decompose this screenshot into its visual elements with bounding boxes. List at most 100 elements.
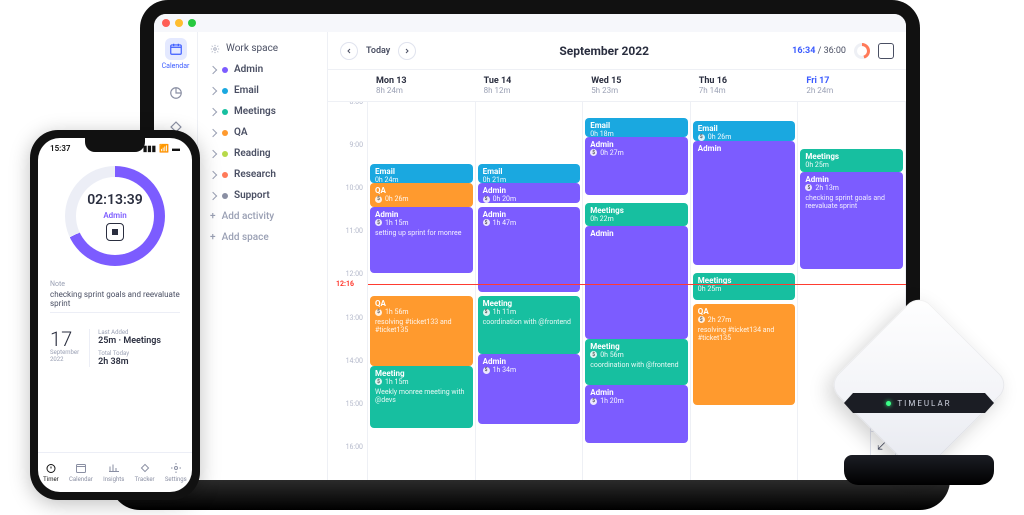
calendar-event[interactable]: Admin 0h 20m bbox=[478, 183, 581, 202]
calendar-event[interactable]: QA 2h 27m resolving #ticket134 and #tick… bbox=[693, 304, 796, 405]
activity-color-dot bbox=[222, 151, 228, 157]
activity-label: Research bbox=[234, 169, 276, 180]
calendar-event[interactable]: Meeting 1h 11m coordination with @fronte… bbox=[478, 296, 581, 354]
calendar-event[interactable]: Admin 1h 34m bbox=[478, 354, 581, 424]
tab-settings[interactable]: Settings bbox=[165, 462, 187, 483]
event-title: Admin bbox=[805, 175, 898, 184]
billable-icon bbox=[805, 184, 812, 191]
activity-color-dot bbox=[222, 172, 228, 178]
tracker-device: TIMEULAR bbox=[834, 315, 1004, 485]
window-titlebar bbox=[154, 14, 906, 32]
rail-item-reports[interactable] bbox=[165, 82, 187, 104]
tracker-brand-strip: TIMEULAR bbox=[844, 393, 994, 413]
billable-icon bbox=[590, 351, 597, 358]
event-title: QA bbox=[375, 186, 468, 195]
event-duration: 0h 56m bbox=[590, 351, 683, 359]
tab-tracker[interactable]: Tracker bbox=[135, 462, 155, 483]
calendar-event[interactable]: Meetings 0h 25m bbox=[800, 149, 903, 172]
calendar-event[interactable]: Meeting 0h 56m coordination with @fronte… bbox=[585, 339, 688, 386]
summary-day: 17 bbox=[50, 329, 79, 349]
calendar-event[interactable]: Email 0h 26m bbox=[693, 121, 796, 140]
calendar-event[interactable]: Admin bbox=[585, 226, 688, 339]
event-title: Meeting bbox=[590, 342, 683, 351]
day-header[interactable]: Fri 17 2h 24m bbox=[798, 70, 906, 101]
calendar-event[interactable]: Meetings 0h 22m bbox=[585, 203, 688, 226]
tracker-icon bbox=[139, 462, 151, 474]
last-added-value: 25m · Meetings bbox=[98, 336, 180, 346]
event-duration: 1h 34m bbox=[483, 366, 576, 374]
day-column[interactable]: Email 0h 26m Admin Meetings 0h 25m QA 2h… bbox=[691, 102, 799, 490]
activity-color-dot bbox=[222, 130, 228, 136]
total-today-value: 2h 38m bbox=[98, 357, 180, 367]
day-column[interactable]: Email 0h 21m Admin 0h 20m Admin 1h 47m M… bbox=[476, 102, 584, 490]
sidebar-activity-meetings[interactable]: Meetings bbox=[206, 101, 319, 122]
calendar-event[interactable]: Email 0h 21m bbox=[478, 164, 581, 183]
note-input[interactable]: checking sprint goals and reevaluate spr… bbox=[50, 290, 180, 313]
day-header[interactable]: Mon 13 8h 24m bbox=[368, 70, 476, 101]
activity-label: Support bbox=[234, 190, 270, 201]
day-of-week: Tue 14 bbox=[484, 76, 576, 86]
calendar-grid[interactable]: 8:009:0010:0011:0012:0013:0014:0015:0016… bbox=[328, 102, 906, 490]
close-icon[interactable] bbox=[162, 19, 170, 27]
next-week-button[interactable] bbox=[398, 42, 416, 60]
event-duration: 0h 26m bbox=[375, 195, 468, 203]
event-title: Email bbox=[590, 121, 683, 130]
minimize-icon[interactable] bbox=[175, 19, 183, 27]
event-title: Admin bbox=[590, 140, 683, 149]
calendar-event[interactable]: QA 1h 56m resolving #ticket133 and #tick… bbox=[370, 296, 473, 366]
calendar-event[interactable]: Admin 1h 47m bbox=[478, 207, 581, 292]
timer-icon bbox=[45, 462, 57, 474]
calendar-event[interactable]: Email 0h 18m bbox=[585, 118, 688, 137]
add-activity-button[interactable]: + Add activity bbox=[206, 206, 319, 227]
day-column[interactable]: Email 0h 24m QA 0h 26m Admin 1h 15m sett… bbox=[368, 102, 476, 490]
tab-timer[interactable]: Timer bbox=[43, 462, 59, 483]
signal-icon: ▮▮▮ bbox=[143, 144, 156, 153]
event-title: QA bbox=[698, 307, 791, 316]
rail-label: Calendar bbox=[162, 62, 190, 70]
event-title: Admin bbox=[483, 357, 576, 366]
hour-label: 9:00 bbox=[350, 141, 364, 149]
event-note: checking sprint goals and reevaluate spr… bbox=[805, 194, 898, 211]
prev-week-button[interactable] bbox=[340, 42, 358, 60]
calendar-event[interactable]: Email 0h 24m bbox=[370, 164, 473, 183]
tab-calendar[interactable]: Calendar bbox=[69, 462, 93, 483]
hour-label: 11:00 bbox=[346, 227, 363, 235]
maximize-icon[interactable] bbox=[188, 19, 196, 27]
add-space-button[interactable]: + Add space bbox=[206, 227, 319, 248]
sidebar-activity-qa[interactable]: QA bbox=[206, 122, 319, 143]
month-title: September 2022 bbox=[559, 44, 649, 58]
day-header[interactable]: Thu 16 7h 14m bbox=[691, 70, 799, 101]
calendar-event[interactable]: Admin bbox=[693, 141, 796, 265]
event-duration: 0h 22m bbox=[590, 215, 683, 223]
billable-icon bbox=[483, 367, 490, 374]
today-button[interactable]: Today bbox=[366, 46, 390, 56]
sidebar-activity-email[interactable]: Email bbox=[206, 80, 319, 101]
calendar-icon bbox=[165, 38, 187, 60]
tab-insights[interactable]: Insights bbox=[103, 462, 124, 483]
calendar-event[interactable]: Meeting 1h 15m Weekly monree meeting wit… bbox=[370, 366, 473, 428]
rail-item-calendar[interactable]: Calendar bbox=[162, 38, 190, 70]
total-today-label: Total Today bbox=[98, 350, 180, 357]
sidebar-activity-admin[interactable]: Admin bbox=[206, 59, 319, 80]
event-duration: 0h 26m bbox=[698, 133, 791, 140]
day-column[interactable]: Email 0h 18m Admin 0h 27m Meetings 0h 22… bbox=[583, 102, 691, 490]
day-header[interactable]: Wed 15 5h 23m bbox=[583, 70, 691, 101]
calendar-event[interactable]: Admin 2h 13m checking sprint goals and r… bbox=[800, 172, 903, 269]
calendar-event[interactable]: Admin 1h 20m bbox=[585, 385, 688, 443]
sidebar-activity-reading[interactable]: Reading bbox=[206, 143, 319, 164]
battery-icon: ▬ bbox=[172, 144, 180, 153]
chevron-right-icon bbox=[209, 128, 217, 136]
workspace-header[interactable]: Work space bbox=[206, 38, 319, 59]
calendar-event[interactable]: QA 0h 26m bbox=[370, 183, 473, 206]
day-header[interactable]: Tue 14 8h 12m bbox=[476, 70, 584, 101]
calendar-event[interactable]: Admin 1h 15m setting up sprint for monre… bbox=[370, 207, 473, 273]
phone-notch bbox=[85, 138, 145, 152]
calendar-event[interactable]: Meetings 0h 25m bbox=[693, 273, 796, 300]
datepicker-icon[interactable] bbox=[878, 43, 894, 59]
stop-button[interactable] bbox=[106, 223, 124, 241]
sidebar-activity-support[interactable]: Support bbox=[206, 185, 319, 206]
sidebar-activity-research[interactable]: Research bbox=[206, 164, 319, 185]
calendar-event[interactable]: Admin 0h 27m bbox=[585, 137, 688, 195]
chevron-right-icon bbox=[209, 149, 217, 157]
last-added-label: Last Added bbox=[98, 329, 180, 336]
